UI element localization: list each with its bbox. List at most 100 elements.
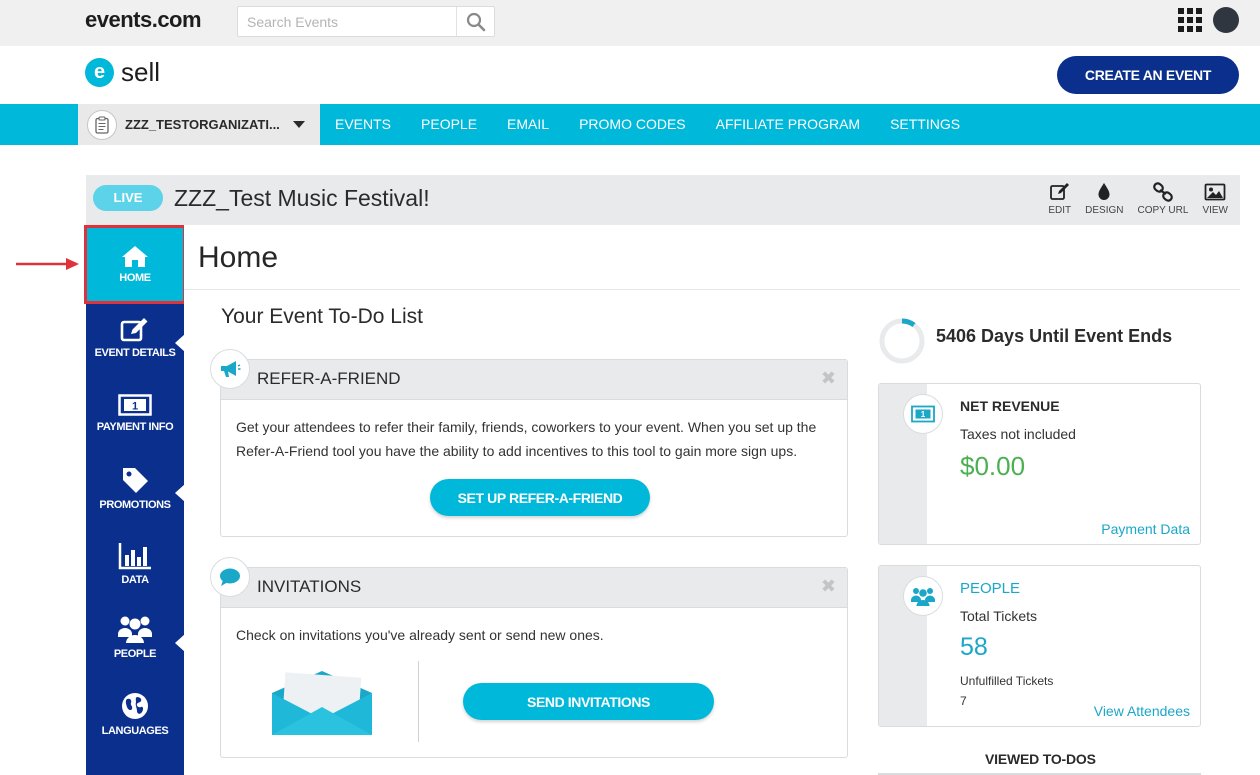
sidebar-item-home[interactable]: HOME	[84, 225, 186, 304]
edit-icon	[1049, 183, 1069, 200]
todo-list-title: Your Event To-Do List	[221, 305, 423, 328]
globe-icon	[122, 693, 148, 719]
envelope-icon	[272, 671, 372, 735]
card-title: REFER-A-FRIEND	[257, 369, 401, 388]
status-badge: LIVE	[93, 185, 163, 211]
search-box	[237, 6, 495, 37]
card-title: INVITATIONS	[257, 577, 362, 596]
sidebar-item-label: PEOPLE	[113, 648, 157, 660]
design-action[interactable]: DESIGN	[1085, 182, 1123, 216]
sidebar-item-label: LANGUAGES	[101, 725, 169, 737]
brand-logo[interactable]: events.com	[85, 7, 202, 33]
event-actions: EDIT DESIGN COPY URL VIEW	[1034, 182, 1228, 216]
nav-item-email[interactable]: EMAIL	[492, 104, 564, 145]
send-invitations-button[interactable]: SEND INVITATIONS	[463, 683, 714, 720]
divider	[418, 661, 419, 742]
card-description-line: Refer-A-Friend tool you have the ability…	[236, 443, 798, 459]
sidebar-item-label: DATA	[121, 574, 149, 586]
net-revenue-amount: $0.00	[960, 451, 1026, 481]
search-input[interactable]	[238, 7, 456, 36]
total-tickets-value: 58	[960, 633, 988, 661]
clipboard-icon	[87, 109, 117, 140]
view-attendees-link[interactable]: View Attendees	[1094, 703, 1190, 719]
nav-item-events[interactable]: EVENTS	[320, 104, 406, 145]
home-icon	[122, 246, 148, 267]
card-description: Get your attendees to refer their family…	[236, 415, 816, 463]
search-button[interactable]	[456, 7, 494, 36]
sidebar-item-promotions[interactable]: PROMOTIONS	[86, 455, 185, 530]
refer-a-friend-card: REFER-A-FRIEND ✖ Get your attendees to r…	[220, 359, 848, 537]
nav-item-affiliate-program[interactable]: AFFILIATE PROGRAM	[701, 104, 875, 145]
megaphone-icon	[210, 349, 250, 389]
sell-header: e sell CREATE AN EVENT	[0, 46, 1260, 104]
unfulfilled-tickets-label: Unfulfilled Tickets	[960, 674, 1054, 688]
sidebar-item-people[interactable]: PEOPLE	[86, 605, 185, 680]
edit-action[interactable]: EDIT	[1048, 182, 1071, 216]
view-label: VIEW	[1202, 205, 1228, 216]
users-icon	[118, 616, 152, 643]
people-title[interactable]: PEOPLE	[960, 580, 1020, 597]
view-action[interactable]: VIEW	[1202, 182, 1228, 216]
link-icon	[1153, 182, 1173, 202]
unfulfilled-tickets-value: 7	[960, 694, 967, 708]
svg-text:1: 1	[921, 410, 926, 419]
copy-url-action[interactable]: COPY URL	[1137, 182, 1188, 216]
top-bar: events.com	[0, 0, 1260, 46]
tag-icon	[123, 468, 148, 493]
edit-label: EDIT	[1048, 205, 1072, 216]
set-up-refer-a-friend-button[interactable]: SET UP REFER-A-FRIEND	[430, 479, 650, 516]
days-until-event-ends: 5406 Days Until Event Ends	[936, 326, 1173, 346]
net-revenue-title: NET REVENUE	[960, 398, 1060, 414]
users-icon	[903, 576, 943, 616]
event-sidebar: HOME EVENT DETAILS 1 PAYMENT INFO PROMOT…	[84, 225, 186, 775]
card-description: Check on invitations you've already sent…	[236, 627, 604, 643]
divider	[184, 289, 1240, 290]
close-icon[interactable]: ✖	[821, 576, 836, 597]
sidebar-item-label: PROMOTIONS	[99, 499, 171, 511]
sidebar-item-label: HOME	[119, 272, 151, 284]
organization-select[interactable]: ZZZ_TESTORGANIZATI...	[78, 104, 320, 145]
bar-chart-icon	[118, 543, 151, 570]
sidebar-item-label: PAYMENT INFO	[96, 421, 174, 433]
money-icon: 1	[118, 394, 152, 416]
create-event-button[interactable]: CREATE AN EVENT	[1057, 56, 1239, 94]
sidebar-item-label: EVENT DETAILS	[94, 347, 176, 359]
nav-item-promo-codes[interactable]: PROMO CODES	[564, 104, 701, 145]
droplet-icon	[1098, 183, 1110, 200]
people-card: PEOPLE Total Tickets 58 Unfulfilled Tick…	[878, 565, 1201, 727]
nav-item-people[interactable]: PEOPLE	[406, 104, 492, 145]
sell-logo[interactable]: e sell	[85, 57, 160, 88]
chat-bubble-icon	[210, 557, 250, 597]
sell-logo-text: sell	[121, 57, 161, 87]
image-icon	[1204, 183, 1226, 201]
card-description-line: Get your attendees to refer their family…	[236, 419, 817, 435]
apps-grid-icon[interactable]	[1178, 8, 1202, 32]
main-nav: ZZZ_TESTORGANIZATI... EVENTS PEOPLE EMAI…	[0, 104, 1260, 145]
event-title: ZZZ_Test Music Festival!	[174, 185, 430, 211]
net-revenue-card: 1 NET REVENUE Taxes not included $0.00 P…	[878, 383, 1201, 545]
chevron-down-icon	[293, 121, 305, 128]
user-avatar[interactable]	[1213, 7, 1239, 33]
search-icon	[466, 12, 485, 31]
card-header: REFER-A-FRIEND ✖	[221, 360, 847, 400]
close-icon[interactable]: ✖	[821, 368, 836, 389]
arrow-right-icon	[16, 258, 79, 270]
design-label: DESIGN	[1085, 205, 1124, 216]
sidebar-item-event-details[interactable]: EVENT DETAILS	[86, 305, 185, 380]
net-revenue-subtitle: Taxes not included	[960, 426, 1076, 442]
nav-item-settings[interactable]: SETTINGS	[875, 104, 975, 145]
event-title-bar: LIVE ZZZ_Test Music Festival! EDIT DESIG…	[86, 175, 1240, 225]
money-icon: 1	[903, 394, 943, 434]
invitations-card: INVITATIONS ✖ Check on invitations you'v…	[220, 567, 848, 758]
payment-data-link[interactable]: Payment Data	[1101, 521, 1190, 537]
sell-logo-badge: e	[85, 58, 114, 87]
countdown-ring-icon	[879, 318, 925, 364]
edit-icon	[120, 318, 148, 342]
nav-items: EVENTS PEOPLE EMAIL PROMO CODES AFFILIAT…	[320, 104, 975, 145]
copy-url-label: COPY URL	[1137, 205, 1189, 216]
total-tickets-label: Total Tickets	[960, 608, 1038, 624]
sidebar-item-payment-info[interactable]: 1 PAYMENT INFO	[86, 380, 184, 455]
sidebar-item-data[interactable]: DATA	[86, 530, 184, 605]
card-header: INVITATIONS ✖	[221, 568, 847, 608]
sidebar-item-languages[interactable]: LANGUAGES	[86, 680, 184, 755]
